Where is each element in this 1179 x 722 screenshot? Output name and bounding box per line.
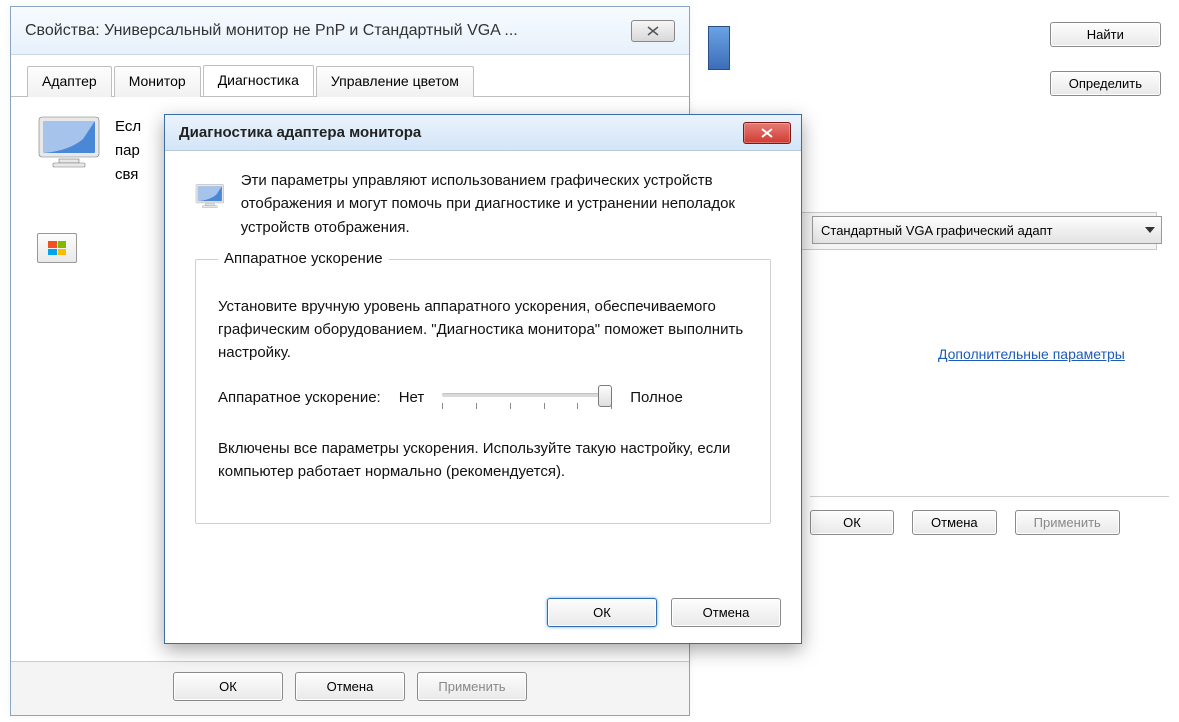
slider-thumb[interactable] [598,385,612,407]
hardware-accel-status: Включены все параметры ускорения. Исполь… [218,437,748,484]
detect-button[interactable]: Определить [1050,71,1161,96]
slider-min-label: Нет [399,389,425,406]
change-settings-button[interactable] [37,233,77,263]
diagnostics-ok-button[interactable]: ОК [547,598,657,627]
tab-monitor[interactable]: Монитор [114,66,201,97]
background-window-sliver [708,26,730,70]
groupbox-title: Аппаратное ускорение [218,250,389,267]
diagnostics-title: Диагностика адаптера монитора [179,124,743,141]
slider-ticks [442,403,612,409]
advanced-params-link[interactable]: Дополнительные параметры [938,346,1125,362]
close-icon [759,127,775,139]
close-icon [646,26,660,36]
tab-adapter[interactable]: Адаптер [27,66,112,97]
slider-max-label: Полное [630,389,683,406]
tab-diagnostics[interactable]: Диагностика [203,65,314,96]
properties-titlebar[interactable]: Свойства: Универсальный монитор не PnP и… [11,7,689,55]
chevron-down-icon [1145,227,1155,233]
bg-apply-button[interactable]: Применить [1015,510,1120,535]
slider-label: Аппаратное ускорение: [218,389,381,406]
properties-title: Свойства: Универсальный монитор не PnP и… [25,22,631,40]
diagnostics-cancel-button[interactable]: Отмена [671,598,781,627]
properties-apply-button[interactable]: Применить [417,672,527,701]
adapter-select[interactable]: Стандартный VGA графический адапт [812,216,1162,244]
properties-cancel-button[interactable]: Отмена [295,672,405,701]
diagnostics-close-button[interactable] [743,122,791,144]
properties-tabstrip: Адаптер Монитор Диагностика Управление ц… [11,55,689,97]
tab-color-management[interactable]: Управление цветом [316,66,474,97]
diagnostics-bottom-bar: ОК Отмена [165,588,801,643]
find-button[interactable]: Найти [1050,22,1161,47]
properties-close-button[interactable] [631,20,675,42]
properties-body-text-partial: Есл пар свя [115,115,141,187]
monitor-icon [195,169,225,223]
properties-ok-button[interactable]: ОК [173,672,283,701]
windows-shield-icon [48,241,66,255]
bg-divider [810,496,1169,497]
monitor-icon [37,115,101,169]
diagnostics-dialog: Диагностика адаптера монитора Эти параме… [164,114,802,644]
hardware-accel-slider[interactable] [442,383,612,413]
diagnostics-body: Эти параметры управляют использованием г… [165,151,801,536]
slider-track [442,393,612,397]
bg-ok-button[interactable]: ОК [810,510,894,535]
hardware-accel-description: Установите вручную уровень аппаратного у… [218,295,748,365]
properties-bottom-bar: ОК Отмена Применить [11,661,689,715]
adapter-select-value: Стандартный VGA графический адапт [821,223,1053,238]
hardware-accel-groupbox: Аппаратное ускорение Установите вручную … [195,259,771,524]
bg-cancel-button[interactable]: Отмена [912,510,997,535]
diagnostics-titlebar[interactable]: Диагностика адаптера монитора [165,115,801,151]
diagnostics-intro-text: Эти параметры управляют использованием г… [241,169,771,239]
